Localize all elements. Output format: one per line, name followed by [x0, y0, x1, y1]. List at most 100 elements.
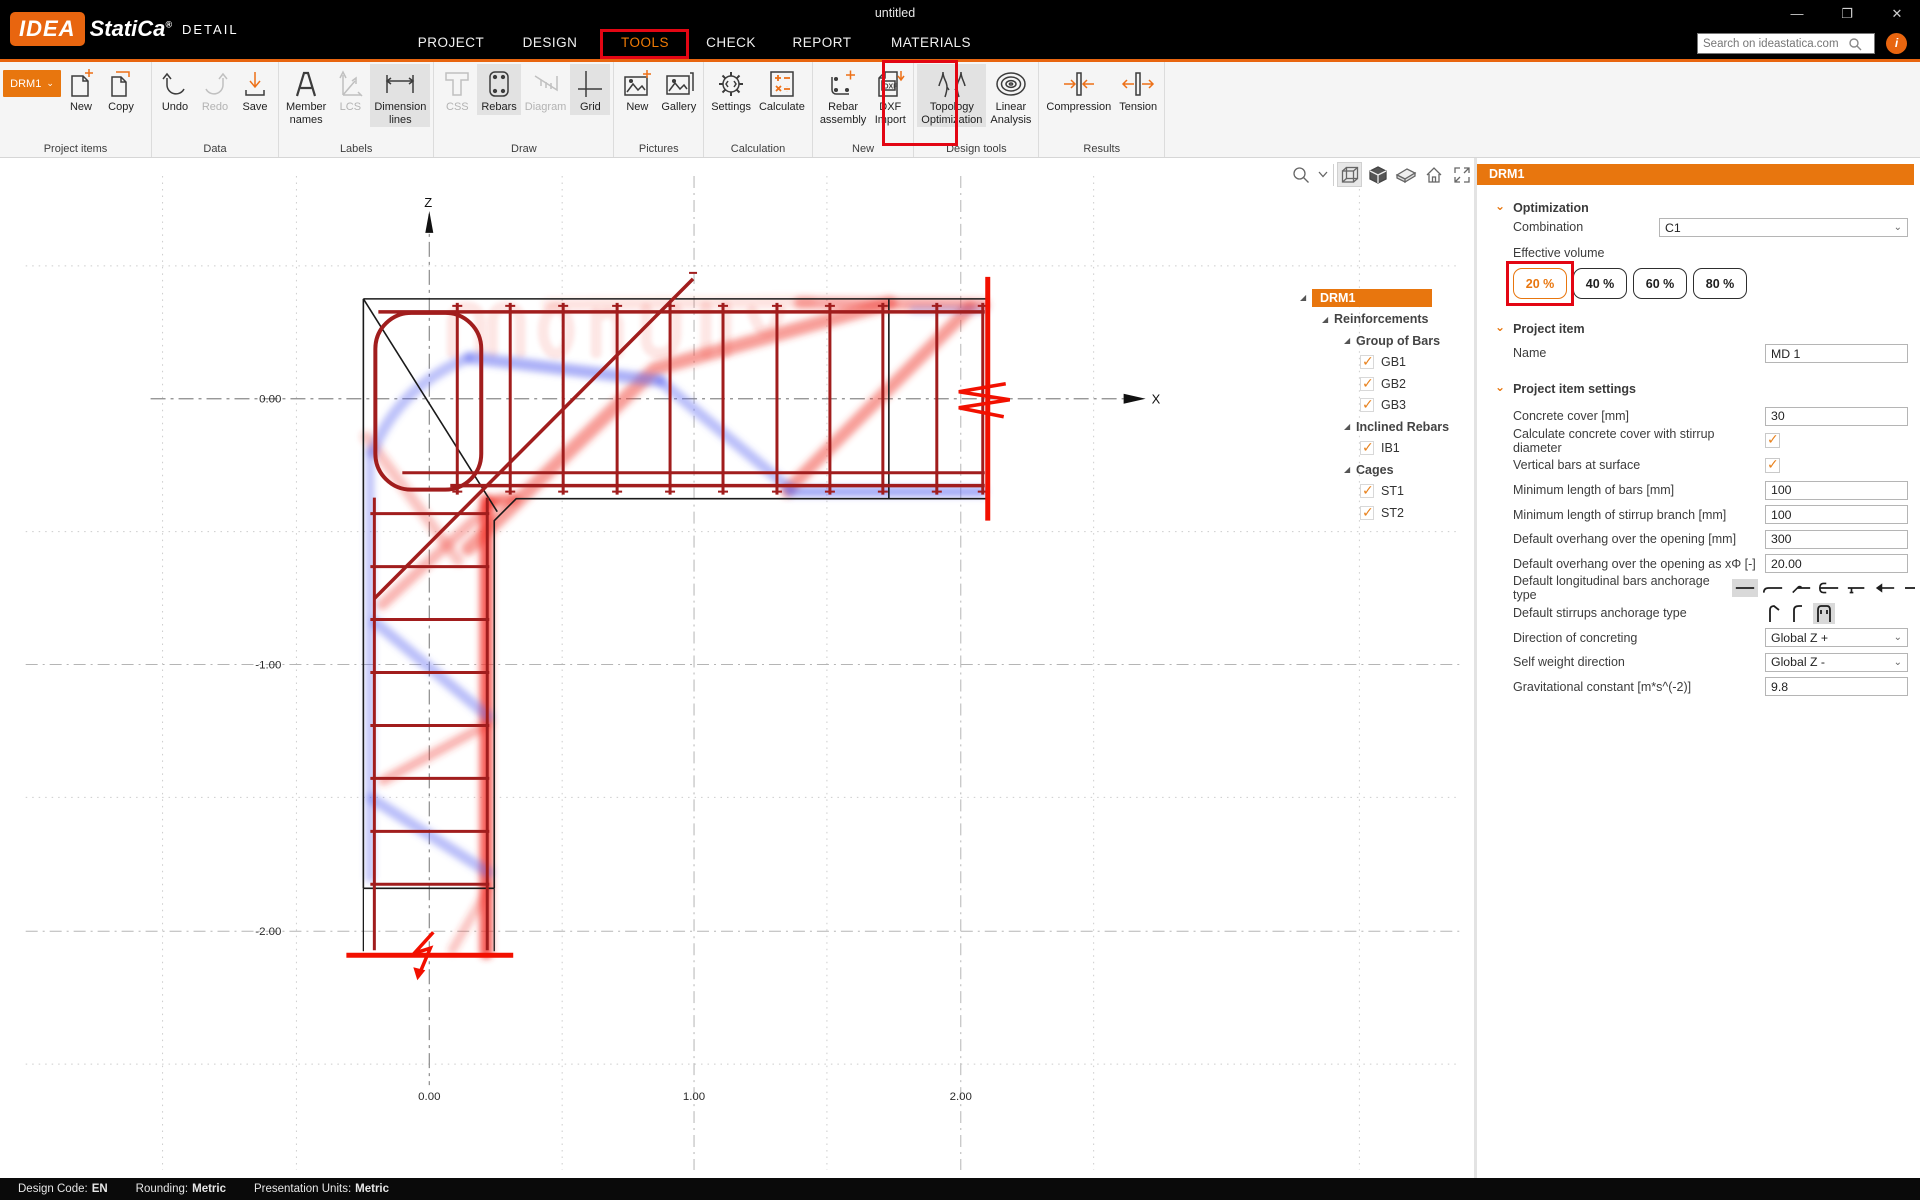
chevron-down-icon[interactable]: ⌄ — [1495, 320, 1505, 334]
concrete-cover-input[interactable]: 30 — [1765, 407, 1908, 426]
checkbox-checked[interactable] — [1360, 441, 1374, 455]
stirrup-hook90-icon[interactable] — [1789, 603, 1807, 624]
anchorage-hook135-icon[interactable] — [1788, 579, 1814, 597]
anchorage-straight-icon[interactable] — [1732, 579, 1758, 597]
copy-project-item-button[interactable]: Copy — [101, 64, 141, 115]
checkbox-checked[interactable] — [1360, 355, 1374, 369]
volume-80-button[interactable]: 80 % — [1693, 268, 1747, 299]
min-bar-length-input[interactable]: 100 — [1765, 481, 1908, 500]
volume-40-button[interactable]: 40 % — [1573, 268, 1627, 299]
search-box[interactable] — [1697, 33, 1875, 54]
zoom-button[interactable] — [1288, 162, 1313, 187]
chevron-down-icon[interactable]: ⌄ — [1495, 199, 1505, 213]
section-project-item[interactable]: ⌄ Project item — [1495, 322, 1585, 336]
expander-icon[interactable]: ◢ — [1344, 465, 1356, 474]
section-view-button[interactable] — [1393, 162, 1418, 187]
tree-item-st1[interactable]: ST1 — [1300, 481, 1470, 503]
drawing-canvas[interactable]: Z X 0.00 -1.00 -2.00 0.00 1.00 2.00 — [0, 158, 1474, 1178]
stirrup-hook135-icon[interactable] — [1765, 603, 1783, 624]
home-view-button[interactable] — [1421, 162, 1446, 187]
wireframe-view-button[interactable] — [1337, 162, 1362, 187]
new-picture-button[interactable]: New — [617, 64, 657, 115]
expander-icon[interactable]: ◢ — [1300, 293, 1312, 302]
combination-select[interactable]: C1⌄ — [1659, 218, 1908, 237]
tree-item-st2[interactable]: ST2 — [1300, 502, 1470, 524]
expander-icon[interactable]: ◢ — [1344, 336, 1356, 345]
name-input[interactable]: MD 1 — [1765, 344, 1908, 363]
checkbox-checked[interactable] — [1360, 484, 1374, 498]
project-item-selector[interactable]: DRM1⌄ — [3, 70, 61, 97]
ribbon-group-label: Labels — [282, 142, 430, 157]
solid-view-button[interactable] — [1365, 162, 1390, 187]
overhang-xphi-input[interactable]: 20.00 — [1765, 554, 1908, 573]
tree-node-reinforcements[interactable]: ◢ Reinforcements — [1300, 309, 1470, 331]
menu-design[interactable]: DESIGN — [523, 35, 578, 50]
anchorage-bend90-icon[interactable] — [1760, 579, 1786, 597]
vertical-bars-checkbox[interactable] — [1765, 458, 1780, 473]
stirrup-closed-icon[interactable] — [1813, 603, 1835, 624]
stirrup-cover-checkbox[interactable] — [1765, 433, 1780, 448]
zoom-options-chevron[interactable] — [1316, 162, 1330, 187]
statusbar: Design Code:EN Rounding:Metric Presentat… — [0, 1178, 1920, 1200]
menu-project[interactable]: PROJECT — [418, 35, 485, 50]
close-button[interactable]: ✕ — [1882, 4, 1912, 24]
anchorage-ubend-icon[interactable] — [1816, 579, 1842, 597]
dimension-lines-button[interactable]: Dimension lines — [370, 64, 430, 127]
grid-button[interactable]: Grid — [570, 64, 610, 115]
tree-node-cages[interactable]: ◢ Cages — [1300, 459, 1470, 481]
compression-button[interactable]: Compression — [1042, 64, 1115, 115]
settings-button[interactable]: Settings — [707, 64, 755, 115]
save-button[interactable]: Save — [235, 64, 275, 115]
gallery-button[interactable]: Gallery — [657, 64, 700, 115]
tree-item-gb2[interactable]: GB2 — [1300, 373, 1470, 395]
new-project-item-button[interactable]: New — [61, 64, 101, 115]
menu-report[interactable]: REPORT — [792, 35, 851, 50]
undo-button[interactable]: Undo — [155, 64, 195, 115]
minimize-button[interactable]: — — [1782, 4, 1812, 24]
section-project-item-settings[interactable]: ⌄ Project item settings — [1495, 382, 1636, 396]
linear-analysis-button[interactable]: Linear Analysis — [986, 64, 1035, 127]
tree-node-inclined-rebars[interactable]: ◢ Inclined Rebars — [1300, 416, 1470, 438]
anchorage-short-icon[interactable] — [1900, 579, 1920, 597]
setting-label: Default stirrups anchorage type — [1477, 606, 1765, 620]
concreting-direction-select[interactable]: Global Z +⌄ — [1765, 628, 1908, 647]
highlight-box-topology-optimization — [882, 60, 958, 146]
chevron-down-icon[interactable]: ⌄ — [1495, 380, 1505, 394]
ribbon-group-project-items: DRM1⌄ New Copy Project items — [0, 62, 152, 157]
overhang-mm-input[interactable]: 300 — [1765, 530, 1908, 549]
restore-button[interactable]: ❐ — [1832, 4, 1862, 24]
menu-check[interactable]: CHECK — [706, 35, 756, 50]
member-names-button[interactable]: Member names — [282, 64, 330, 127]
self-weight-direction-select[interactable]: Global Z -⌄ — [1765, 653, 1908, 672]
app-window: untitled — ❐ ✕ IDEA StatiCa® DETAIL PROJ… — [0, 0, 1920, 1200]
calculate-button[interactable]: Calculate — [755, 64, 809, 115]
anchorage-endplate-icon[interactable] — [1844, 579, 1870, 597]
checkbox-checked[interactable] — [1360, 377, 1374, 391]
tree-item-ib1[interactable]: IB1 — [1300, 438, 1470, 460]
rebar-assembly-button[interactable]: Rebar assembly — [816, 64, 870, 127]
anchorage-welded-icon[interactable] — [1872, 579, 1898, 597]
volume-60-button[interactable]: 60 % — [1633, 268, 1687, 299]
expander-icon[interactable]: ◢ — [1322, 315, 1334, 324]
menu-materials[interactable]: MATERIALS — [891, 35, 971, 50]
tree-item-gb3[interactable]: GB3 — [1300, 395, 1470, 417]
search-icon[interactable] — [1848, 37, 1862, 51]
min-stirrup-branch-input[interactable]: 100 — [1765, 505, 1908, 524]
setting-label: Self weight direction — [1477, 655, 1765, 669]
tree-node-group-of-bars[interactable]: ◢ Group of Bars — [1300, 330, 1470, 352]
rebars-button[interactable]: Rebars — [477, 64, 520, 115]
expander-icon[interactable]: ◢ — [1344, 422, 1356, 431]
checkbox-checked[interactable] — [1360, 506, 1374, 520]
tension-button[interactable]: Tension — [1115, 64, 1161, 115]
tree-node-drm1[interactable]: ◢ DRM1 — [1300, 287, 1470, 309]
search-input[interactable] — [1698, 37, 1848, 51]
info-icon[interactable]: i — [1886, 33, 1907, 54]
section-optimization[interactable]: ⌄ Optimization — [1495, 201, 1589, 215]
highlight-box-volume-20 — [1506, 261, 1574, 306]
wireframe-cube-icon — [1340, 165, 1360, 185]
fullscreen-button[interactable] — [1449, 162, 1474, 187]
checkbox-checked[interactable] — [1360, 398, 1374, 412]
ribbon-group-label: Results — [1042, 142, 1161, 157]
gravitational-constant-input[interactable]: 9.8 — [1765, 677, 1908, 696]
tree-item-gb1[interactable]: GB1 — [1300, 352, 1470, 374]
